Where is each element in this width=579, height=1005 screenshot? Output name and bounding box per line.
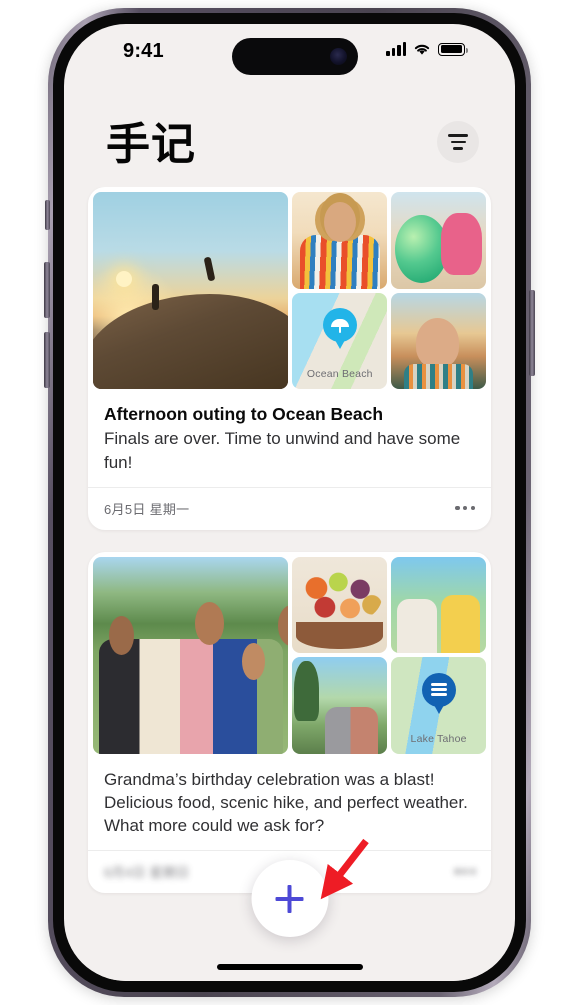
entry-date: 6月4日 星期日: [104, 864, 190, 880]
filter-button[interactable]: [437, 121, 479, 163]
woman-striped-shirt-photo[interactable]: [292, 192, 388, 289]
entry-more-button[interactable]: [455, 869, 475, 874]
entry-more-button[interactable]: [455, 506, 475, 511]
woman-green-beachball-photo[interactable]: [391, 192, 486, 289]
status-bar: 9:41: [64, 24, 515, 82]
status-bar-time: 9:41: [123, 40, 164, 62]
home-indicator[interactable]: [216, 964, 363, 970]
journal-entry-card[interactable]: Lake Tahoe Grandma’s birthday celebratio…: [88, 551, 491, 893]
filter-line-3: [453, 147, 463, 150]
mother-and-child-photo[interactable]: [391, 556, 486, 654]
fruit-bowl-photo[interactable]: [292, 556, 388, 654]
filter-line-2: [450, 140, 466, 144]
entry-footer: 6月5日 星期一: [88, 486, 491, 530]
lake-tahoe-map-tile[interactable]: Lake Tahoe: [391, 657, 486, 754]
photo-collage[interactable]: Lake Tahoe: [88, 552, 491, 754]
entry-body: Grandma’s birthday celebration was a bla…: [88, 754, 491, 850]
volume-up-button[interactable]: [44, 262, 50, 318]
two-hikers-photo[interactable]: [292, 657, 388, 754]
plus-icon: [275, 884, 304, 913]
photo-collage[interactable]: Ocean Beach: [88, 187, 491, 389]
phone-screen: 9:41 手记 Ocean Beach Afternoon outing to …: [64, 24, 515, 981]
silent-switch-button[interactable]: [45, 200, 50, 230]
map-label: Ocean Beach: [306, 368, 373, 380]
battery-full-icon: [438, 42, 468, 56]
map-label: Lake Tahoe: [410, 732, 467, 745]
front-camera-icon: [330, 48, 347, 65]
page-title: 手记: [106, 119, 196, 170]
family-group-photo[interactable]: [93, 556, 289, 754]
beach-umbrella-pin-icon: [322, 307, 357, 342]
woman-sunset-portrait-photo[interactable]: [391, 292, 486, 389]
entry-title: Afternoon outing to Ocean Beach: [104, 404, 384, 424]
sunset-cliff-jumpers-photo[interactable]: [93, 192, 289, 389]
battery-level-fill: [440, 45, 463, 54]
ocean-beach-map-tile[interactable]: Ocean Beach: [292, 292, 388, 389]
entry-text: Grandma’s birthday celebration was a bla…: [104, 769, 468, 835]
cellular-signal-icon: [386, 42, 406, 56]
app-header: 手记: [64, 82, 515, 187]
power-button[interactable]: [529, 290, 535, 376]
dynamic-island: [232, 38, 358, 75]
journal-entry-card[interactable]: Ocean Beach Afternoon outing to Ocean Be…: [88, 187, 491, 530]
entry-body: Afternoon outing to Ocean Beach Finals a…: [88, 389, 491, 487]
entry-date: 6月5日 星期一: [104, 501, 190, 517]
filter-line-1: [448, 134, 468, 137]
status-bar-icons: [386, 42, 468, 56]
water-waves-pin-icon: [421, 672, 456, 707]
entry-text: Finals are over. Time to unwind and have…: [104, 429, 461, 472]
wifi-icon: [413, 42, 431, 56]
add-entry-button[interactable]: [251, 860, 328, 937]
volume-down-button[interactable]: [44, 332, 50, 388]
